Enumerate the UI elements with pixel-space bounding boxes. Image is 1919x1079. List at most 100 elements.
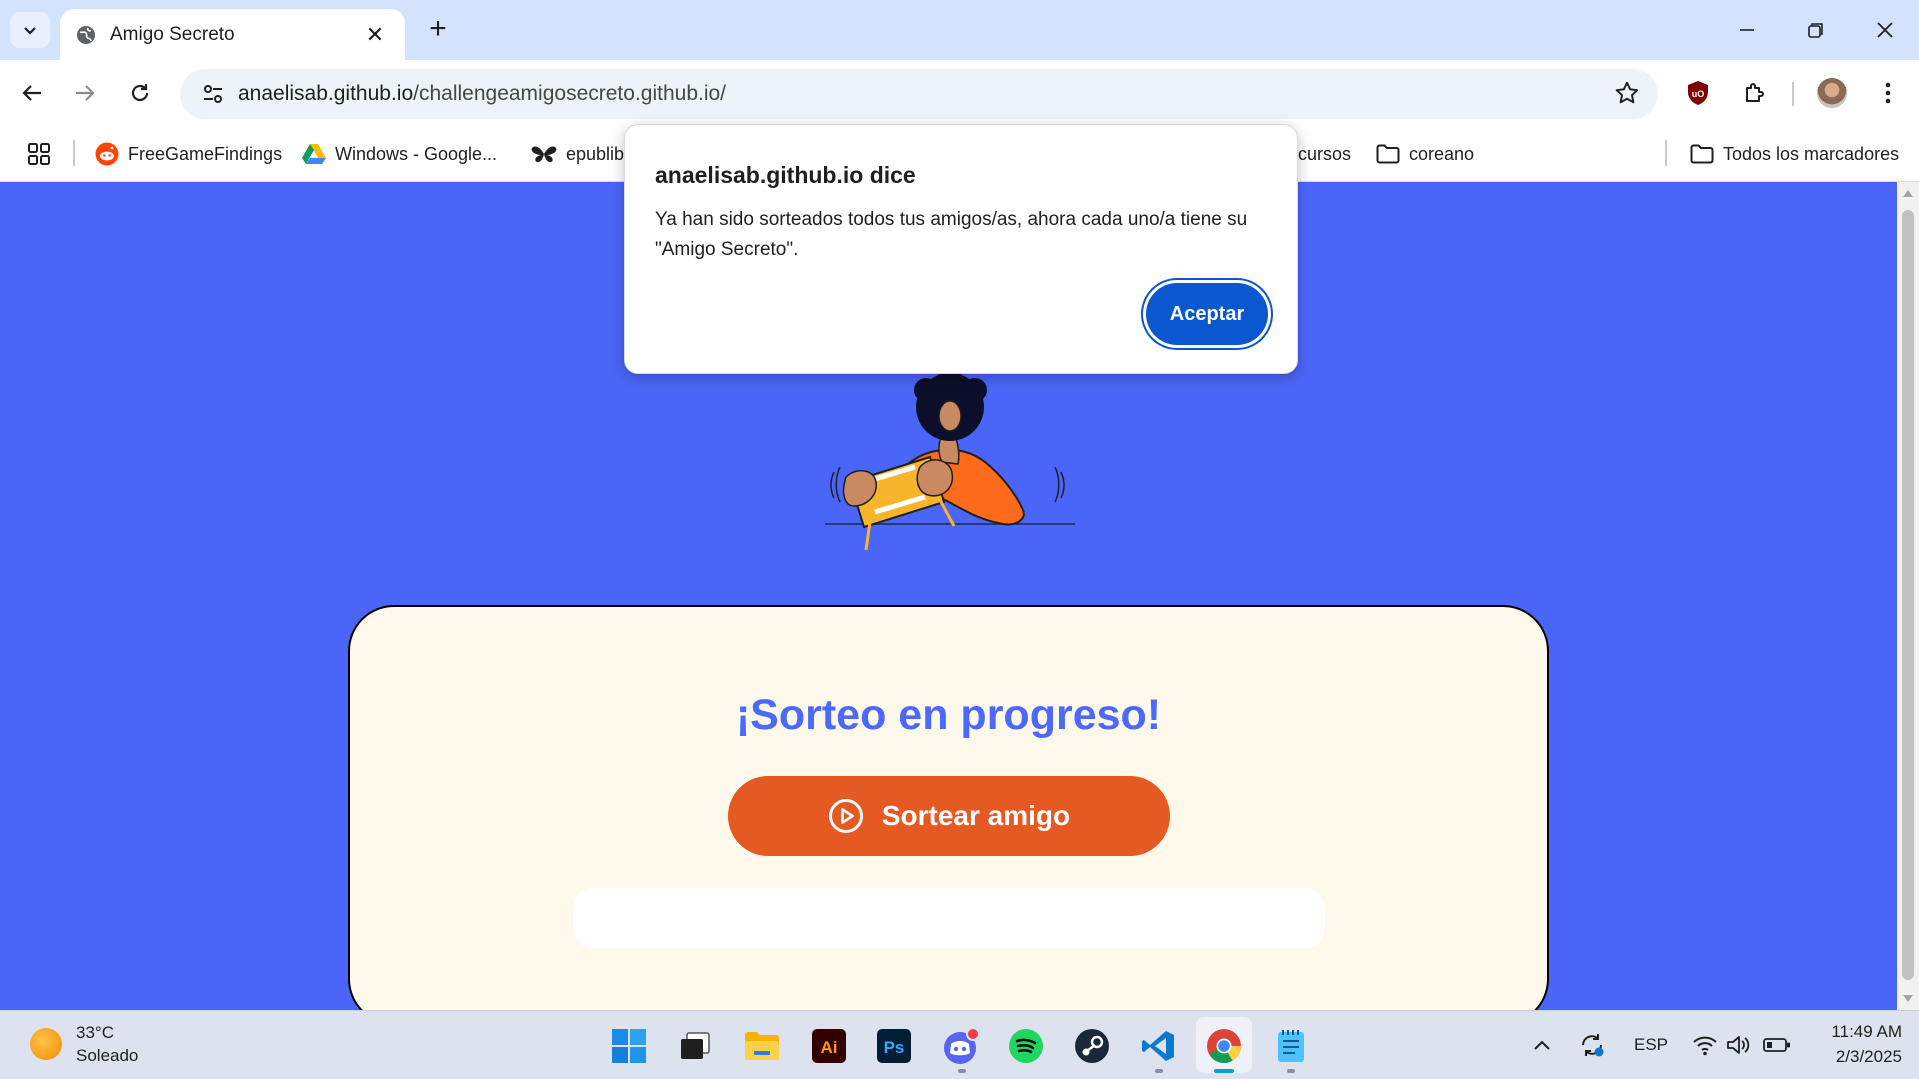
chevron-up-icon bbox=[1534, 1040, 1550, 1050]
more-vertical-icon bbox=[1885, 82, 1891, 104]
photoshop-icon: Ps bbox=[877, 1029, 911, 1063]
windows-logo-icon bbox=[612, 1029, 646, 1063]
url-text: anaelisab.github.io/challengeamigosecret… bbox=[238, 82, 726, 106]
reload-button[interactable] bbox=[120, 73, 160, 113]
forward-button[interactable] bbox=[65, 73, 105, 113]
dialog-message: Ya han sido sorteados todos tus amigos/a… bbox=[655, 209, 1248, 260]
task-view-icon bbox=[681, 1032, 710, 1059]
url-path: /challengeamigosecreto.github.io/ bbox=[413, 82, 727, 105]
tab-amigo-secreto[interactable]: Amigo Secreto ✕ bbox=[60, 9, 405, 60]
taskbar-spotify[interactable] bbox=[1005, 1025, 1047, 1067]
taskbar-notepad[interactable] bbox=[1270, 1025, 1312, 1067]
address-bar[interactable]: anaelisab.github.io/challengeamigosecret… bbox=[180, 69, 1658, 119]
back-button[interactable] bbox=[12, 73, 52, 113]
reddit-icon bbox=[95, 142, 119, 166]
taskbar-running-indicator bbox=[1155, 1069, 1163, 1073]
apps-button[interactable] bbox=[28, 138, 50, 170]
taskbar-discord[interactable] bbox=[940, 1025, 982, 1067]
tray-overflow-button[interactable] bbox=[1533, 1029, 1551, 1061]
chrome-menu-button[interactable] bbox=[1868, 73, 1908, 113]
scroll-thumb[interactable] bbox=[1902, 210, 1914, 980]
toolbar-separator bbox=[1792, 82, 1794, 106]
chrome-icon bbox=[1207, 1029, 1241, 1063]
tab-title: Amigo Secreto bbox=[110, 23, 235, 45]
arrow-left-icon bbox=[22, 85, 41, 101]
battery-icon bbox=[1763, 1038, 1790, 1052]
clock-date: 2/3/2025 bbox=[1835, 1047, 1902, 1066]
taskbar-file-explorer[interactable] bbox=[741, 1025, 783, 1067]
weather-temperature: 33°C bbox=[76, 1023, 114, 1042]
system-clock[interactable]: 11:49 AM 2/3/2025 bbox=[1802, 1019, 1902, 1069]
taskbar-photoshop[interactable]: Ps bbox=[873, 1025, 915, 1067]
bookmark-label: cursos bbox=[1298, 143, 1352, 164]
close-window-button[interactable] bbox=[1860, 8, 1910, 52]
weather-widget[interactable]: 33°C Soleado bbox=[30, 1021, 138, 1067]
taskbar-active-indicator bbox=[1214, 1069, 1234, 1073]
butterfly-icon bbox=[531, 144, 557, 164]
tray-sync-button[interactable] bbox=[1578, 1029, 1606, 1061]
bookmark-star-button[interactable] bbox=[1614, 80, 1640, 111]
bookmark-windows-google[interactable]: Windows - Google... bbox=[302, 138, 497, 170]
profile-avatar[interactable] bbox=[1817, 78, 1847, 108]
tray-network-button[interactable] bbox=[1692, 1029, 1718, 1061]
scroll-down-arrow-icon[interactable] bbox=[1903, 995, 1913, 1002]
bookmark-label: FreeGameFindings bbox=[128, 143, 283, 164]
tray-battery-button[interactable] bbox=[1763, 1029, 1791, 1061]
alert-dialog: anaelisab.github.io dice Ya han sido sor… bbox=[624, 124, 1298, 374]
chevron-down-icon bbox=[24, 27, 36, 35]
tab-close-icon[interactable]: ✕ bbox=[361, 22, 389, 48]
wifi-icon bbox=[1693, 1036, 1717, 1056]
tab-search-button[interactable] bbox=[10, 12, 50, 48]
new-tab-button[interactable]: + bbox=[423, 14, 453, 44]
tune-icon bbox=[204, 85, 222, 103]
taskbar-running-indicator bbox=[958, 1069, 966, 1073]
taskbar-illustrator[interactable]: Ai bbox=[808, 1025, 850, 1067]
draw-button-label: Sortear amigo bbox=[881, 800, 1071, 831]
sun-icon bbox=[30, 1028, 62, 1060]
taskbar-vscode[interactable] bbox=[1137, 1025, 1179, 1067]
star-icon bbox=[1615, 81, 1639, 104]
dialog-accept-button[interactable]: Aceptar bbox=[1146, 283, 1268, 345]
svg-text:Ps: Ps bbox=[884, 1038, 905, 1057]
spotify-icon bbox=[1009, 1029, 1043, 1063]
restore-button[interactable] bbox=[1791, 8, 1841, 52]
tray-volume-button[interactable] bbox=[1726, 1029, 1752, 1061]
volume-icon bbox=[1727, 1036, 1750, 1054]
draw-friend-button[interactable]: Sortear amigo bbox=[728, 776, 1170, 856]
all-bookmarks-button[interactable]: Todos los marcadores bbox=[1690, 138, 1899, 170]
all-bookmarks-label: Todos los marcadores bbox=[1723, 143, 1900, 164]
person-gaming-illustration bbox=[825, 372, 1075, 551]
folder-icon bbox=[745, 1032, 779, 1060]
extensions-button[interactable] bbox=[1735, 73, 1775, 113]
bookmark-separator bbox=[73, 140, 75, 166]
dialog-title: anaelisab.github.io dice bbox=[655, 162, 916, 188]
google-drive-icon bbox=[302, 143, 326, 165]
ublock-icon: uO bbox=[1688, 81, 1708, 105]
draw-card: ¡Sorteo en progreso! Sortear amigo bbox=[348, 605, 1549, 1010]
bookmark-freegamefindings[interactable]: FreeGameFindings bbox=[95, 138, 282, 170]
bookmark-cursos[interactable]: cursos bbox=[1298, 138, 1351, 170]
ublock-extension-button[interactable]: uO bbox=[1678, 73, 1718, 113]
puzzle-icon bbox=[1746, 83, 1764, 102]
taskbar-start-button[interactable] bbox=[608, 1025, 650, 1067]
browser-toolbar: anaelisab.github.io/challengeamigosecret… bbox=[0, 60, 1919, 126]
play-circle-icon bbox=[828, 798, 864, 834]
site-info-button[interactable] bbox=[188, 69, 238, 119]
page-title: ¡Sorteo en progreso! bbox=[735, 691, 1162, 739]
scroll-up-arrow-icon[interactable] bbox=[1903, 190, 1913, 197]
language-indicator[interactable]: ESP bbox=[1634, 1029, 1668, 1061]
bookmark-folder-coreano[interactable]: coreano bbox=[1376, 138, 1474, 170]
vscode-icon bbox=[1142, 1031, 1174, 1061]
page-scrollbar[interactable] bbox=[1897, 182, 1919, 1010]
taskbar-task-view[interactable] bbox=[674, 1025, 716, 1067]
bookmark-label: Windows - Google... bbox=[335, 143, 498, 164]
reload-icon bbox=[131, 84, 149, 102]
illustrator-icon: Ai bbox=[812, 1029, 846, 1063]
taskbar-chrome[interactable] bbox=[1203, 1025, 1245, 1067]
minimize-button[interactable] bbox=[1722, 8, 1772, 52]
taskbar-running-indicator bbox=[1287, 1069, 1295, 1073]
bookmark-epublib[interactable]: epublib bbox=[531, 138, 624, 170]
url-domain: anaelisab.github.io bbox=[238, 82, 414, 105]
bookmark-separator bbox=[1665, 140, 1667, 166]
taskbar-steam[interactable] bbox=[1071, 1025, 1113, 1067]
